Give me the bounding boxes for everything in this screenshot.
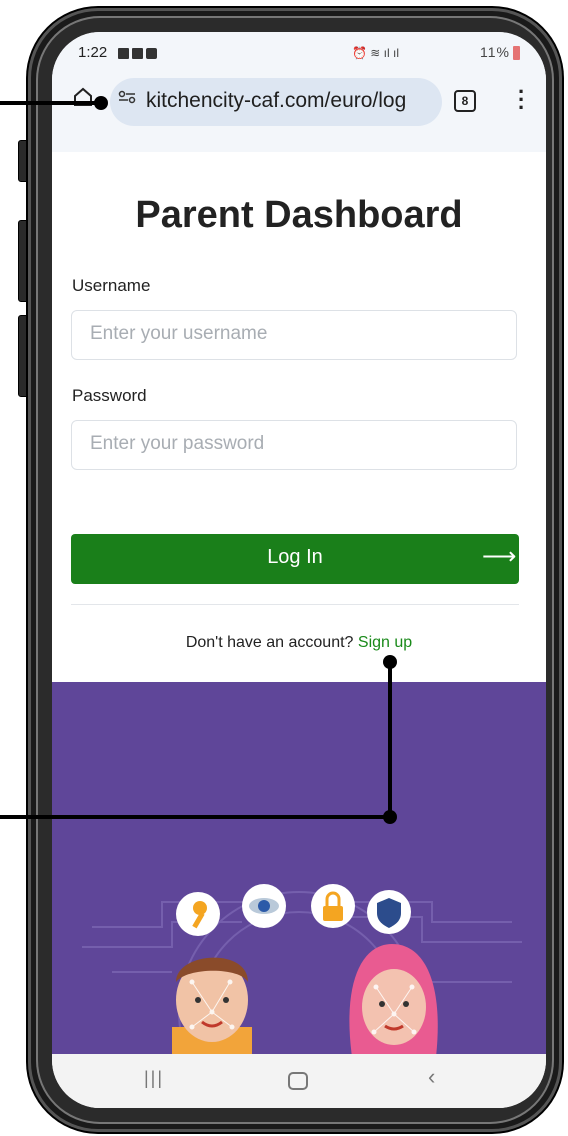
site-settings-icon[interactable] [118, 90, 136, 107]
username-placeholder: Enter your username [90, 323, 268, 344]
callout-dot-url [94, 96, 108, 110]
battery-icon [513, 46, 520, 60]
callout-line-signup-vertical [388, 662, 392, 818]
key-icon [176, 892, 220, 936]
arrow-right-icon: ⟶ [482, 543, 517, 570]
password-label: Password [72, 386, 147, 405]
battery-percent: 11% [480, 44, 510, 60]
callout-line-url [0, 101, 100, 105]
tab-switcher-icon[interactable]: 8 [454, 90, 476, 112]
shield-icon [367, 890, 411, 934]
face-recognition-illustration [82, 884, 522, 1108]
password-placeholder: Enter your password [90, 433, 265, 454]
callout-dot-signup-top [383, 655, 397, 669]
boy-face [172, 957, 252, 1057]
padlock-icon [311, 884, 355, 928]
back-icon[interactable]: ‹ [428, 1064, 435, 1090]
callout-line-signup-horizontal [0, 815, 392, 819]
page-title: Parent Dashboard [135, 194, 463, 236]
phone-screen: 1:22 ⏰ ≋ ıl ıl 11% kitchencity-caf.com/e… [52, 32, 546, 1108]
username-label: Username [72, 276, 151, 295]
url-text[interactable]: kitchencity-caf.com/euro/log [146, 89, 406, 113]
signup-prompt-text: Don't have an account? [185, 634, 354, 651]
eye-icon [242, 884, 286, 928]
hero-illustration [52, 682, 546, 1108]
more-menu-icon[interactable]: · · · [518, 81, 525, 119]
girl-face [349, 944, 438, 1057]
divider [71, 604, 519, 605]
signup-link[interactable]: Sign up [358, 634, 412, 651]
recents-icon[interactable]: ||| [144, 1068, 164, 1089]
signal-icons: ⏰ ≋ ıl ıl [352, 46, 399, 60]
status-time: 1:22 [78, 44, 108, 61]
login-button-label: Log In [267, 546, 323, 568]
status-notification-icons [118, 46, 157, 64]
callout-dot-signup-bottom [383, 810, 397, 824]
signup-prompt: Don't have an account? Sign up [52, 634, 546, 652]
nav-home-icon[interactable] [288, 1072, 308, 1090]
